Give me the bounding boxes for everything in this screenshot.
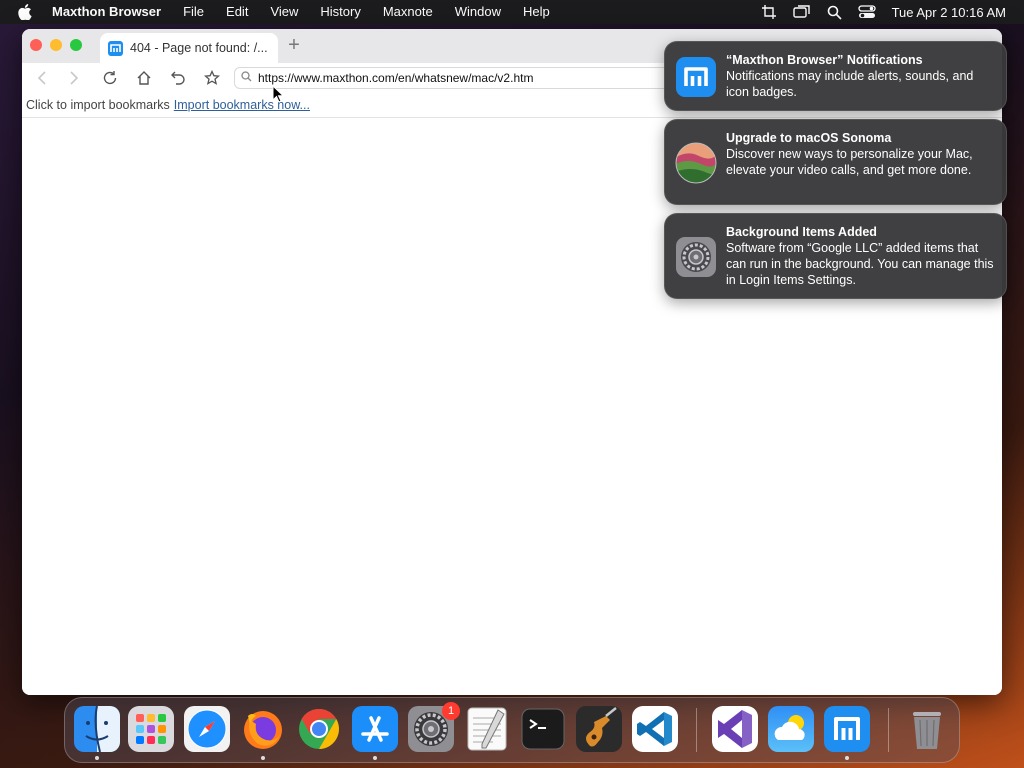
- garageband-icon[interactable]: [576, 706, 622, 752]
- menu-app-name[interactable]: Maxthon Browser: [36, 0, 172, 24]
- address-bar[interactable]: https://www.maxthon.com/en/whatsnew/mac/…: [234, 67, 674, 89]
- notification-body: Software from “Google LLC” added items t…: [726, 241, 994, 287]
- launchpad-icon[interactable]: [128, 706, 174, 752]
- search-icon: [241, 69, 252, 87]
- import-prompt-text: Click to import bookmarks: [26, 98, 170, 112]
- mouse-cursor-icon: [272, 84, 285, 108]
- chrome-icon[interactable]: [296, 706, 342, 752]
- spotlight-search-icon[interactable]: [827, 5, 842, 20]
- screen-mirroring-icon[interactable]: [792, 5, 811, 19]
- menu-window[interactable]: Window: [444, 0, 512, 24]
- notification-background-items[interactable]: Background Items Added Software from “Go…: [664, 213, 1007, 299]
- running-indicator: [845, 756, 849, 760]
- menu-help[interactable]: Help: [512, 0, 561, 24]
- notification-sonoma[interactable]: Upgrade to macOS Sonoma Discover new way…: [664, 119, 1007, 205]
- app-store-icon[interactable]: [352, 706, 398, 752]
- notification-body: Notifications may include alerts, sounds…: [726, 69, 974, 99]
- vscode-icon[interactable]: [632, 706, 678, 752]
- menu-bar: Maxthon Browser File Edit View History M…: [0, 0, 1024, 24]
- notification-title: Upgrade to macOS Sonoma: [726, 131, 892, 145]
- window-zoom-button[interactable]: [70, 39, 82, 51]
- menu-clock[interactable]: Tue Apr 2 10:16 AM: [892, 5, 1006, 20]
- notification-maxthon[interactable]: “Maxthon Browser” Notifications Notifica…: [664, 41, 1007, 111]
- bookmark-star-icon[interactable]: [202, 68, 222, 88]
- safari-icon[interactable]: [184, 706, 230, 752]
- trash-icon[interactable]: [904, 706, 950, 752]
- maxthon-icon[interactable]: [824, 706, 870, 752]
- notification-badge: 1: [442, 702, 460, 720]
- menu-maxnote[interactable]: Maxnote: [372, 0, 444, 24]
- system-settings-icon: [675, 236, 717, 278]
- running-indicator: [261, 756, 265, 760]
- tab-active[interactable]: 404 - Page not found: /...: [100, 33, 278, 63]
- firefox-icon[interactable]: [240, 706, 286, 752]
- textedit-icon[interactable]: [464, 706, 510, 752]
- dock-separator: [696, 708, 697, 752]
- maxthon-favicon-icon: [108, 40, 123, 56]
- terminal-icon[interactable]: [520, 706, 566, 752]
- crop-icon[interactable]: [761, 4, 777, 20]
- dock-separator: [888, 708, 889, 752]
- forward-arrow-icon[interactable]: [64, 68, 84, 88]
- apple-menu-icon[interactable]: [18, 0, 36, 24]
- running-indicator: [95, 756, 99, 760]
- menu-view[interactable]: View: [259, 0, 309, 24]
- notification-title: Background Items Added: [726, 225, 877, 239]
- window-close-button[interactable]: [30, 39, 42, 51]
- undo-close-tab-icon[interactable]: [168, 68, 188, 88]
- new-tab-plus-icon[interactable]: +: [286, 35, 302, 55]
- reload-icon[interactable]: [100, 68, 120, 88]
- dock: 1: [64, 697, 960, 763]
- import-bookmarks-link[interactable]: Import bookmarks now...: [174, 98, 310, 112]
- tab-title: 404 - Page not found: /...: [130, 41, 268, 55]
- window-minimize-button[interactable]: [50, 39, 62, 51]
- running-indicator: [373, 756, 377, 760]
- notification-title: “Maxthon Browser” Notifications: [726, 53, 923, 67]
- url-text[interactable]: https://www.maxthon.com/en/whatsnew/mac/…: [258, 71, 533, 85]
- control-center-icon[interactable]: [857, 5, 876, 19]
- menu-file[interactable]: File: [172, 0, 215, 24]
- macos-sonoma-icon: [675, 142, 717, 184]
- menu-history[interactable]: History: [309, 0, 371, 24]
- system-settings-icon[interactable]: 1: [408, 702, 460, 752]
- weather-icon[interactable]: [768, 706, 814, 752]
- maxthon-icon: [675, 56, 717, 98]
- finder-icon[interactable]: [74, 705, 120, 753]
- back-arrow-icon[interactable]: [32, 68, 52, 88]
- home-icon[interactable]: [134, 68, 154, 88]
- menu-edit[interactable]: Edit: [215, 0, 259, 24]
- notification-body: Discover new ways to personalize your Ma…: [726, 147, 973, 177]
- visual-studio-icon[interactable]: [712, 706, 758, 752]
